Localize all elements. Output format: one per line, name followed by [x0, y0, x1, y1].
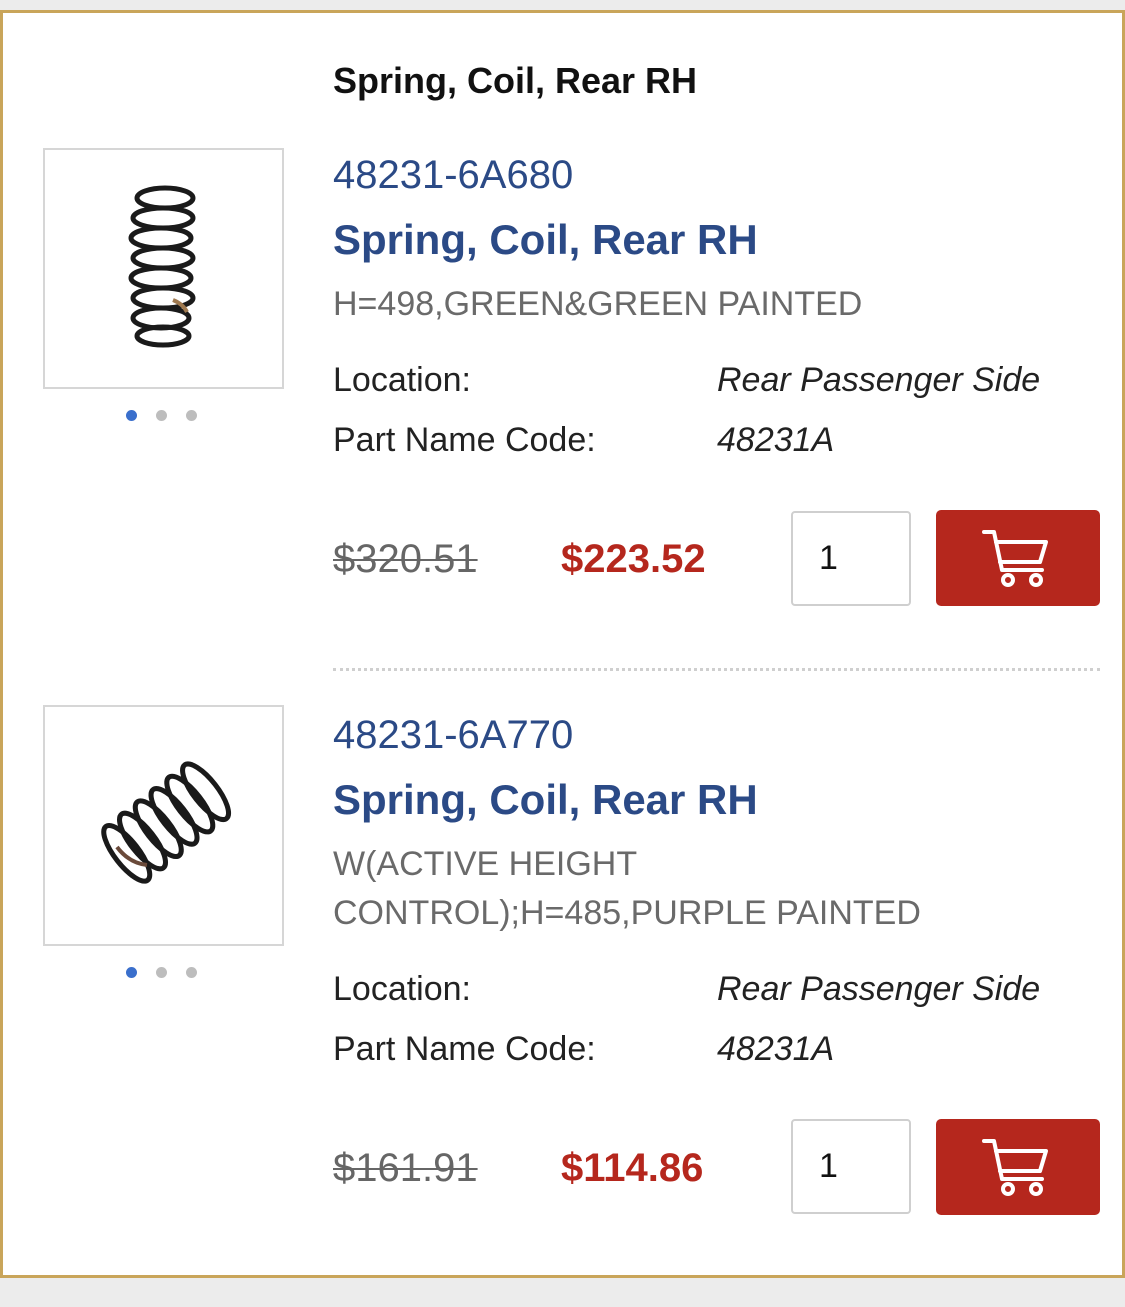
carousel-dot[interactable]	[186, 410, 197, 421]
top-strip	[0, 0, 1125, 10]
add-to-cart-button[interactable]	[936, 510, 1100, 606]
part-number[interactable]: 48231-6A770	[333, 713, 573, 758]
spec-value-part-name-code: 48231A	[717, 1030, 835, 1068]
part-number[interactable]: 48231-6A680	[333, 153, 573, 198]
group-title: Spring, Coil, Rear RH	[333, 60, 698, 101]
spec-label-part-name-code: Part Name Code:	[333, 1030, 596, 1068]
part-description: H=498,GREEN&GREEN PAINTED	[333, 285, 863, 323]
shopping-cart-icon	[982, 530, 1048, 587]
image-carousel-dots[interactable]	[126, 410, 197, 421]
quantity-input[interactable]	[791, 511, 911, 606]
carousel-dot[interactable]	[126, 967, 137, 978]
parts-card: Spring, Coil, Rear RH 48231-6A680 Spring…	[0, 10, 1125, 1278]
coil-spring-upright-icon	[128, 185, 196, 348]
list-price: $161.91	[333, 1146, 478, 1190]
sale-price: $114.86	[561, 1146, 704, 1190]
part-image[interactable]	[43, 705, 284, 946]
quantity-input[interactable]	[791, 1119, 911, 1214]
add-to-cart-button[interactable]	[936, 1119, 1100, 1215]
carousel-dot[interactable]	[156, 410, 167, 421]
spec-label-part-name-code: Part Name Code:	[333, 421, 596, 459]
carousel-dot[interactable]	[186, 967, 197, 978]
coil-spring-angled-icon	[101, 761, 232, 884]
image-carousel-dots[interactable]	[126, 967, 197, 978]
part-description: W(ACTIVE HEIGHT CONTROL);H=485,PURPLE PA…	[333, 845, 921, 932]
spec-label-location: Location:	[333, 970, 471, 1008]
item-divider	[333, 668, 1100, 671]
part-name-link[interactable]: Spring, Coil, Rear RH	[333, 216, 758, 264]
spec-label-location: Location:	[333, 361, 471, 399]
spec-value-part-name-code: 48231A	[717, 421, 835, 459]
part-name-link[interactable]: Spring, Coil, Rear RH	[333, 776, 758, 824]
carousel-dot[interactable]	[126, 410, 137, 421]
carousel-dot[interactable]	[156, 967, 167, 978]
spec-value-location: Rear Passenger Side	[717, 970, 1041, 1008]
spec-value-location: Rear Passenger Side	[717, 361, 1041, 399]
part-image[interactable]	[43, 148, 284, 389]
shopping-cart-icon	[982, 1139, 1048, 1196]
list-price: $320.51	[333, 537, 478, 581]
sale-price: $223.52	[561, 537, 706, 581]
